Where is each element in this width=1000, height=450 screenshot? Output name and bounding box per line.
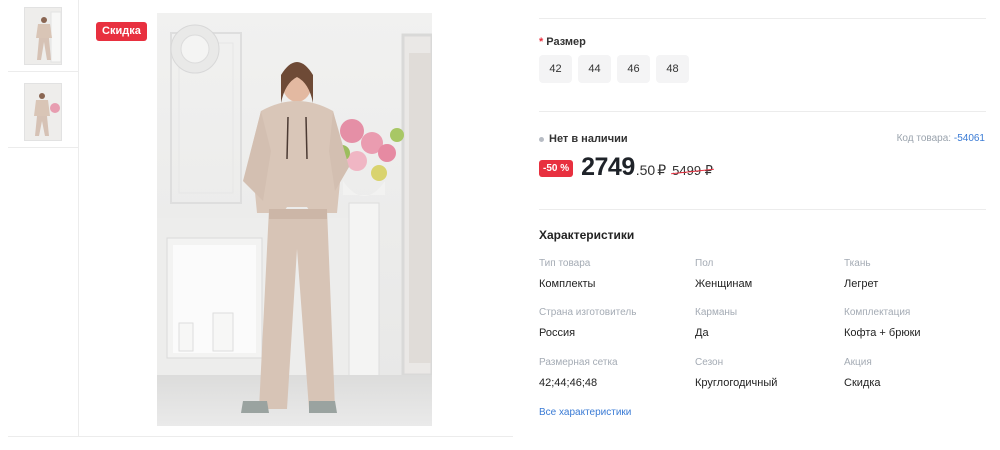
product-code: Код товара: -54061 [897,133,985,144]
discount-badge: -50 % [539,159,574,177]
char-value: Легрет [844,278,879,290]
gallery-bottom-divider [8,436,513,437]
char-key: Ткань [844,258,871,269]
size-options: 42 44 46 48 [539,55,689,83]
char-value: Женщинам [695,278,753,290]
size-option-46[interactable]: 46 [617,55,650,83]
char-key: Страна изготовитель [539,307,637,318]
thumbnail-list [8,0,79,436]
thumbnail-2[interactable] [8,76,78,148]
char-item: Ткань Легрет [844,258,878,291]
char-item: Комплектация Кофта + брюки [844,307,921,340]
price-current: 2749 [581,153,635,181]
char-value: Скидка [844,377,881,389]
char-key: Тип товара [539,258,591,269]
thumbnail-1[interactable] [8,0,78,72]
stock-dot-icon [539,136,544,142]
stock-status: Нет в наличии [539,133,628,145]
all-characteristics-link[interactable]: Все характеристики [539,407,631,418]
char-value: Да [695,327,709,339]
char-value: Круглогодичный [695,377,778,389]
char-value: Россия [539,327,576,339]
char-key: Акция [844,357,872,368]
size-option-42[interactable]: 42 [539,55,572,83]
char-item: Пол Женщинам [695,258,752,291]
thumbnail-image-2 [24,82,62,141]
char-value: Комплекты [539,278,596,290]
char-key: Комплектация [844,307,911,318]
product-code-value: -54061 [953,133,985,144]
char-key: Сезон [695,357,724,368]
product-photo[interactable] [157,13,432,426]
divider-top [539,18,986,19]
char-value: Кофта + брюки [844,327,921,339]
size-label-text: Размер [546,36,586,48]
divider-size [539,111,986,112]
divider-price [539,209,986,210]
char-item: Размерная сетка 42;44;46;48 [539,357,618,390]
char-key: Пол [695,258,714,269]
char-value: 42;44;46;48 [539,377,598,389]
char-item: Карманы Да [695,307,737,340]
product-code-label: Код товара: [896,133,952,144]
char-key: Размерная сетка [539,357,618,368]
price-currency: ₽ [657,162,667,178]
size-option-48[interactable]: 48 [656,55,689,83]
char-key: Карманы [695,307,738,318]
price-row: -50 % 2749 .50 ₽ 5499 ₽ [539,153,713,183]
price-old: 5499 ₽ [672,163,713,178]
price-fraction: .50 [635,162,656,178]
char-item: Тип товара Комплекты [539,258,595,291]
thumbnail-image-1 [24,6,62,65]
size-option-44[interactable]: 44 [578,55,611,83]
characteristics-title: Характеристики [539,228,635,242]
sale-badge: Скидка [96,22,147,41]
required-mark: * [539,36,544,48]
stock-status-text: Нет в наличии [549,133,628,145]
char-item: Сезон Круглогодичный [695,357,777,390]
size-label: * Размер [539,36,586,48]
char-item: Страна изготовитель Россия [539,307,636,340]
char-item: Акция Скидка [844,357,881,390]
